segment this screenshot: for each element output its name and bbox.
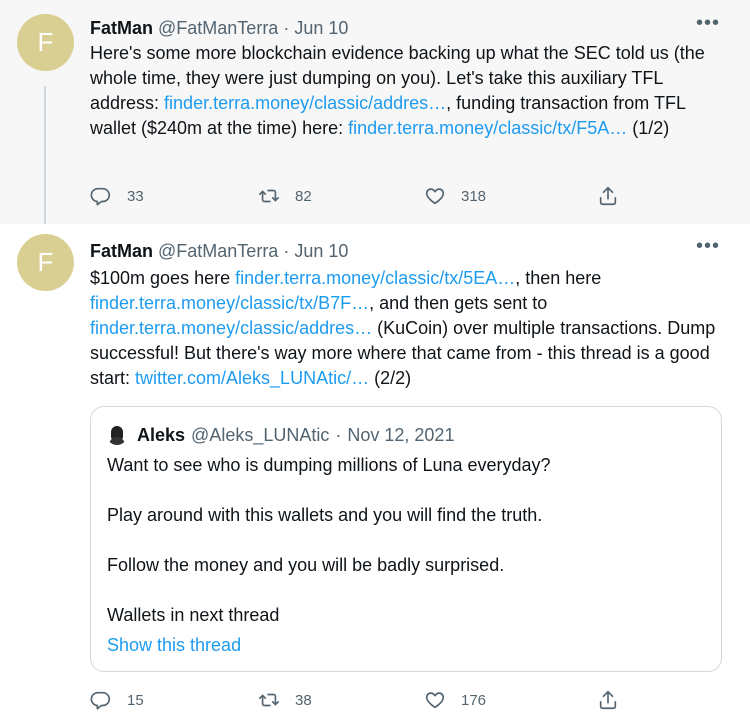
- retweet-count: 82: [295, 187, 312, 205]
- tweet-1[interactable]: F FatMan @FatManTerra · Jun 10 ••• Here'…: [0, 0, 750, 224]
- quoted-avatar: [107, 425, 127, 445]
- reply-count: 33: [127, 187, 144, 205]
- avatar[interactable]: F: [17, 234, 74, 291]
- separator-dot: ·: [335, 425, 342, 445]
- retweet-icon: [259, 189, 279, 203]
- quoted-tweet[interactable]: Aleks @Aleks_LUNAtic · Nov 12, 2021 Want…: [90, 406, 722, 672]
- tweet-text-segment: $100m goes here: [90, 268, 236, 288]
- retweet-count: 38: [295, 691, 312, 709]
- like-count: 318: [461, 187, 487, 205]
- quoted-text-line: Wallets in next thread: [107, 605, 280, 625]
- like-icon: [425, 188, 445, 205]
- more-icon[interactable]: •••: [696, 235, 720, 258]
- retweet-button[interactable]: 38: [258, 689, 312, 711]
- action-bar: 33 82 318: [90, 185, 630, 209]
- author-handle[interactable]: @FatManTerra: [158, 18, 278, 38]
- action-bar: 15 38 176: [90, 689, 630, 713]
- reply-count: 15: [127, 691, 144, 709]
- tweet-date[interactable]: Jun 10: [294, 241, 348, 261]
- share-button[interactable]: [597, 689, 619, 711]
- quoted-text-line: Play around with this wallets and you wi…: [107, 505, 543, 525]
- show-thread-link[interactable]: Show this thread: [107, 633, 241, 657]
- tweet-text: $100m goes here finder.terra.money/class…: [90, 266, 730, 391]
- share-icon: [599, 690, 617, 710]
- avatar[interactable]: F: [17, 14, 74, 71]
- reply-button[interactable]: 15: [90, 689, 144, 711]
- quoted-author-name: Aleks: [137, 425, 186, 445]
- like-button[interactable]: 318: [424, 185, 486, 207]
- share-icon: [599, 186, 617, 206]
- like-button[interactable]: 176: [424, 689, 486, 711]
- share-button[interactable]: [597, 185, 619, 207]
- more-icon[interactable]: •••: [696, 12, 720, 35]
- quoted-text-line: Want to see who is dumping millions of L…: [107, 455, 551, 475]
- separator-dot: ·: [283, 18, 290, 38]
- tweet-link[interactable]: finder.terra.money/classic/addres…: [90, 318, 372, 338]
- tweet-header: FatMan @FatManTerra · Jun 10: [90, 17, 348, 39]
- like-count: 176: [461, 691, 487, 709]
- tweet-text-segment: (1/2): [627, 118, 670, 138]
- quoted-text-line: Follow the money and you will be badly s…: [107, 555, 505, 575]
- separator-dot: ·: [283, 241, 290, 261]
- author-name[interactable]: FatMan: [90, 18, 153, 38]
- tweet-text-segment: (2/2): [369, 368, 412, 388]
- author-name[interactable]: FatMan: [90, 241, 153, 261]
- quoted-author-handle: @Aleks_LUNAtic: [191, 425, 330, 445]
- thread-connector-line: [44, 86, 46, 240]
- tweet-text: Here's some more blockchain evidence bac…: [90, 41, 730, 141]
- tweet-link[interactable]: finder.terra.money/classic/tx/B7F…: [90, 293, 369, 313]
- reply-icon: [90, 187, 111, 206]
- tweet-text-segment: , and then gets sent to: [369, 293, 548, 313]
- author-handle[interactable]: @FatManTerra: [158, 241, 278, 261]
- reply-icon: [90, 691, 111, 710]
- tweet-date[interactable]: Jun 10: [294, 18, 348, 38]
- tweet-2[interactable]: F FatMan @FatManTerra · Jun 10 ••• $100m…: [0, 224, 750, 723]
- retweet-button[interactable]: 82: [258, 185, 312, 207]
- tweet-text-segment: , then here: [515, 268, 602, 288]
- quoted-tweet-date: Nov 12, 2021: [347, 425, 455, 445]
- tweet-link[interactable]: twitter.com/Aleks_LUNAtic/…: [135, 368, 369, 388]
- like-icon: [425, 692, 445, 709]
- retweet-icon: [259, 693, 279, 707]
- tweet-link[interactable]: finder.terra.money/classic/addres…: [164, 93, 446, 113]
- quoted-tweet-header: Aleks @Aleks_LUNAtic · Nov 12, 2021: [107, 424, 454, 446]
- reply-button[interactable]: 33: [90, 185, 144, 207]
- tweet-link[interactable]: finder.terra.money/classic/tx/F5A…: [348, 118, 627, 138]
- tweet-link[interactable]: finder.terra.money/classic/tx/5EA…: [235, 268, 515, 288]
- tweet-header: FatMan @FatManTerra · Jun 10: [90, 240, 348, 262]
